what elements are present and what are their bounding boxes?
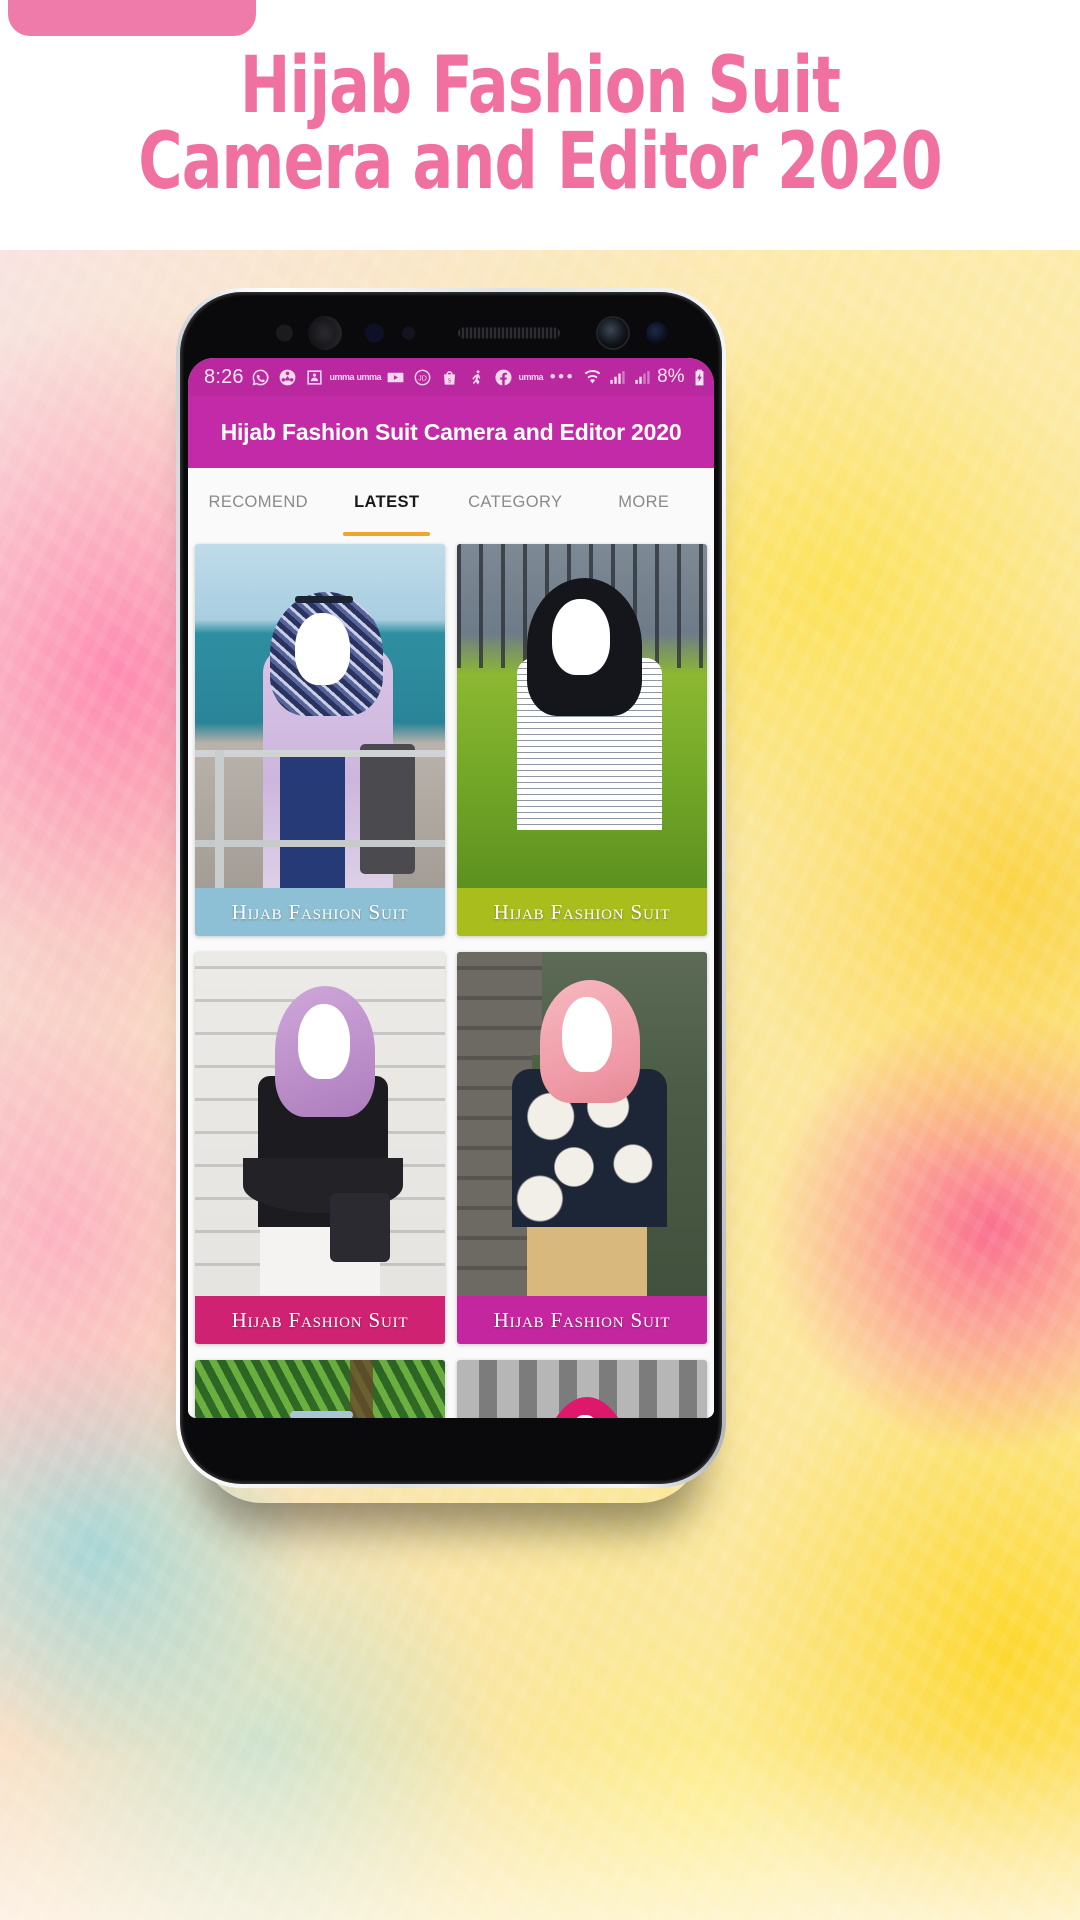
signal-sim2-icon — [632, 367, 652, 387]
photo-card[interactable]: Hijab Fashion Suit — [457, 544, 707, 936]
youtube-icon — [386, 367, 406, 387]
photo-thumbnail — [457, 544, 707, 888]
earpiece-speaker-icon — [458, 327, 560, 339]
promo-page: Hijab Fashion Suit Camera and Editor 202… — [0, 0, 1080, 1920]
tab-recomend-label: RECOMEND — [208, 492, 308, 511]
photo-card[interactable] — [195, 1360, 445, 1418]
photo-frame-icon — [305, 367, 325, 387]
phone-sensor-row — [180, 316, 722, 350]
photo-card[interactable] — [457, 1360, 707, 1418]
facebook-icon — [494, 367, 514, 387]
photo-card-label: Hijab Fashion Suit — [457, 1296, 707, 1344]
tab-latest[interactable]: LATEST — [323, 468, 452, 536]
dance-icon — [467, 367, 487, 387]
tab-more-label: MORE — [618, 492, 670, 511]
photo-thumbnail — [195, 1360, 445, 1418]
light-sensor-icon — [365, 323, 384, 343]
photo-white-wall-lilac-hijab — [195, 952, 445, 1296]
photo-stone-wall-pink-hijab — [457, 952, 707, 1296]
tab-latest-label: LATEST — [354, 492, 420, 511]
proximity-sensor-icon — [276, 324, 293, 342]
svg-text:S: S — [448, 377, 452, 384]
umma-icon: umma — [329, 371, 354, 382]
tab-category[interactable]: CATEGORY — [451, 468, 580, 536]
whatsapp-icon — [251, 367, 271, 387]
shopee-icon: S — [440, 367, 460, 387]
photo-card-label: Hijab Fashion Suit — [195, 888, 445, 936]
wifi-icon — [582, 367, 602, 387]
photo-thumbnail — [457, 952, 707, 1296]
background-bottom-fade — [0, 1740, 1080, 1920]
promo-title: Hijab Fashion Suit Camera and Editor 202… — [138, 41, 942, 208]
front-camera-icon — [598, 318, 628, 348]
tab-bar: RECOMEND LATEST CATEGORY MORE — [188, 468, 714, 536]
tab-recomend[interactable]: RECOMEND — [194, 468, 323, 536]
battery-percent-label: 8% — [657, 366, 685, 387]
status-bar-notification-icons: umma umma JD S umma ••• — [251, 367, 575, 387]
photo-seaside-navy-hijab — [195, 544, 445, 888]
photo-card[interactable]: Hijab Fashion Suit — [195, 544, 445, 936]
photo-garden-black-hijab — [457, 544, 707, 888]
photo-card-label: Hijab Fashion Suit — [457, 888, 707, 936]
photo-grid: Hijab Fashion Suit Hijab Fashion Suit Hi… — [188, 536, 714, 1418]
shareit-icon — [278, 367, 298, 387]
status-bar: 8:26 umma umma JD S umma ••• 8% — [188, 358, 714, 396]
app-bar: Hijab Fashion Suit Camera and Editor 202… — [188, 396, 714, 468]
umma-icon-2: umma — [356, 371, 381, 382]
secondary-sensor-icon — [646, 322, 668, 344]
iris-scanner-icon — [308, 316, 342, 350]
photo-thumbnail — [195, 952, 445, 1296]
phone-screen: 8:26 umma umma JD S umma ••• 8% Hijab Fa… — [188, 358, 714, 1418]
phone-mockup: 8:26 umma umma JD S umma ••• 8% Hijab Fa… — [176, 288, 726, 1488]
tab-active-indicator — [343, 532, 431, 536]
photo-card[interactable]: Hijab Fashion Suit — [195, 952, 445, 1344]
tab-category-label: CATEGORY — [468, 492, 563, 511]
led-indicator-icon — [402, 326, 415, 340]
jd-icon: JD — [413, 367, 433, 387]
status-bar-clock: 8:26 — [204, 365, 244, 388]
phone-bezel: 8:26 umma umma JD S umma ••• 8% Hijab Fa… — [180, 292, 722, 1484]
status-overflow-dots: ••• — [549, 367, 576, 386]
photo-thumbnail — [195, 544, 445, 888]
battery-charging-icon — [690, 367, 710, 387]
tab-more[interactable]: MORE — [580, 468, 709, 536]
app-bar-title: Hijab Fashion Suit Camera and Editor 202… — [220, 418, 682, 445]
photo-palm-pale-pink-hijab — [195, 1360, 445, 1418]
svg-text:JD: JD — [418, 374, 427, 382]
umma-icon-3: umma — [518, 371, 543, 382]
status-bar-system-icons: 8% — [582, 366, 709, 388]
signal-sim1-icon — [607, 367, 627, 387]
promo-pill-accent — [8, 0, 256, 36]
phone-frame: 8:26 umma umma JD S umma ••• 8% Hijab Fa… — [176, 288, 726, 1488]
photo-thumbnail — [457, 1360, 707, 1418]
photo-card[interactable]: Hijab Fashion Suit — [457, 952, 707, 1344]
promo-header: Hijab Fashion Suit Camera and Editor 202… — [0, 0, 1080, 250]
photo-blinds-magenta-hijab — [457, 1360, 707, 1418]
photo-card-label: Hijab Fashion Suit — [195, 1296, 445, 1344]
